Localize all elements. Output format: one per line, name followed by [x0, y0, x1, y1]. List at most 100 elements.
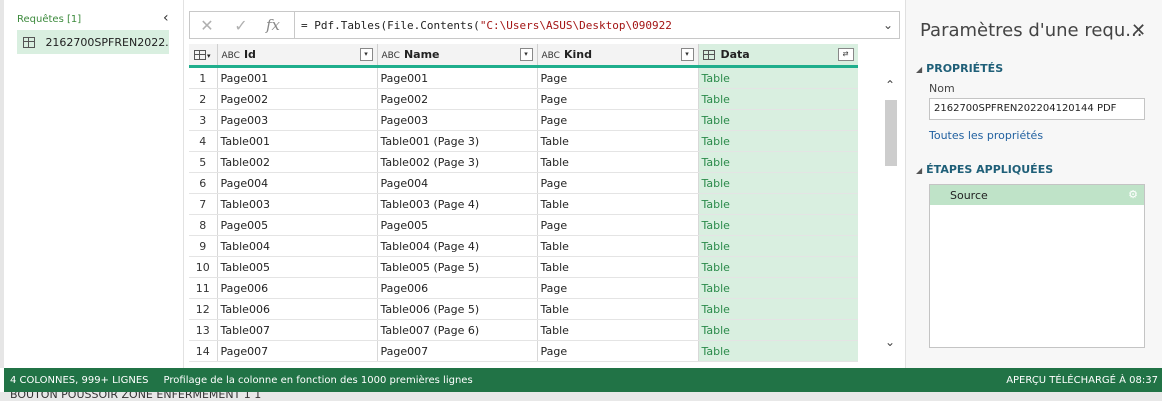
cell-name[interactable]: Table006 (Page 5) [377, 298, 538, 320]
cell-name[interactable]: Page005 [377, 214, 538, 236]
cell-data[interactable]: Table [698, 340, 858, 362]
check-icon[interactable]: ✓ [224, 16, 258, 35]
row-number[interactable]: 12 [189, 298, 218, 320]
cell-id[interactable]: Page001 [217, 66, 378, 89]
row-number[interactable]: 4 [189, 130, 218, 152]
row-number[interactable]: 10 [189, 256, 218, 278]
cell-id[interactable]: Table003 [217, 193, 378, 215]
cell-data[interactable]: Table [698, 256, 858, 278]
row-number[interactable]: 5 [189, 151, 218, 173]
cell-kind[interactable]: Table [537, 319, 699, 341]
cell-id[interactable]: Page007 [217, 340, 378, 362]
cell-data[interactable]: Table [698, 193, 858, 215]
table-row[interactable]: 5 Table002 Table002 (Page 3) Table Table [189, 151, 858, 173]
close-icon[interactable]: ✕ [1131, 20, 1146, 41]
cell-kind[interactable]: Page [537, 88, 699, 110]
properties-header[interactable]: ◢ PROPRIÉTÉS [916, 62, 1003, 75]
cell-kind[interactable]: Page [537, 340, 699, 362]
cell-data[interactable]: Table [698, 172, 858, 194]
row-number[interactable]: 2 [189, 88, 218, 110]
filter-dropdown-icon[interactable]: ▾ [519, 48, 533, 61]
row-number[interactable]: 8 [189, 214, 218, 236]
table-row[interactable]: 11 Page006 Page006 Page Table [189, 277, 858, 299]
cell-name[interactable]: Table003 (Page 4) [377, 193, 538, 215]
row-number[interactable]: 6 [189, 172, 218, 194]
cell-kind[interactable]: Page [537, 277, 699, 299]
cell-data[interactable]: Table [698, 109, 858, 131]
cell-data[interactable]: Table [698, 88, 858, 110]
cell-name[interactable]: Page003 [377, 109, 538, 131]
cell-data[interactable]: Table [698, 235, 858, 257]
cell-kind[interactable]: Table [537, 193, 699, 215]
cell-id[interactable]: Page004 [217, 172, 378, 194]
cell-kind[interactable]: Page [537, 214, 699, 236]
table-row[interactable]: 10 Table005 Table005 (Page 5) Table Table [189, 256, 858, 278]
text-type-icon[interactable]: ABC [382, 51, 400, 61]
table-row[interactable]: 14 Page007 Page007 Page Table [189, 340, 858, 362]
table-row[interactable]: 8 Page005 Page005 Page Table [189, 214, 858, 236]
cell-data[interactable]: Table [698, 130, 858, 152]
cell-id[interactable]: Table006 [217, 298, 378, 320]
cell-name[interactable]: Table007 (Page 6) [377, 319, 538, 341]
cell-kind[interactable]: Table [537, 235, 699, 257]
row-number[interactable]: 9 [189, 235, 218, 257]
cell-kind[interactable]: Table [537, 298, 699, 320]
vertical-scrollbar[interactable]: ⌃ ⌄ [883, 70, 899, 360]
all-properties-link[interactable]: Toutes les propriétés [929, 129, 1043, 142]
filter-dropdown-icon[interactable]: ▾ [359, 48, 373, 61]
column-header-kind[interactable]: ABC Kind ▾ [537, 44, 699, 68]
cell-data[interactable]: Table [698, 277, 858, 299]
cell-kind[interactable]: Table [537, 130, 699, 152]
cell-name[interactable]: Table004 (Page 4) [377, 235, 538, 257]
cell-name[interactable]: Table001 (Page 3) [377, 130, 538, 152]
cell-kind[interactable]: Page [537, 172, 699, 194]
cell-id[interactable]: Table004 [217, 235, 378, 257]
column-header-data[interactable]: Data ⇄ [698, 44, 858, 68]
query-item[interactable]: 2162700SPFREN2022... [17, 30, 169, 54]
fx-icon[interactable]: fx [258, 16, 288, 34]
select-all-corner[interactable]: ▾ [189, 44, 218, 68]
filter-dropdown-icon[interactable]: ▾ [680, 48, 694, 61]
collapse-triangle-icon[interactable]: ◢ [916, 166, 922, 175]
chevron-left-icon[interactable]: ‹ [163, 10, 169, 26]
cell-id[interactable]: Page006 [217, 277, 378, 299]
row-number[interactable]: 11 [189, 277, 218, 299]
cell-id[interactable]: Table007 [217, 319, 378, 341]
table-row[interactable]: 12 Table006 Table006 (Page 5) Table Table [189, 298, 858, 320]
cell-name[interactable]: Table002 (Page 3) [377, 151, 538, 173]
row-number[interactable]: 7 [189, 193, 218, 215]
table-type-icon[interactable] [702, 50, 715, 60]
row-number[interactable]: 1 [189, 66, 218, 89]
table-row[interactable]: 6 Page004 Page004 Page Table [189, 172, 858, 194]
table-row[interactable]: 3 Page003 Page003 Page Table [189, 109, 858, 131]
step-source[interactable]: Source ⚙ [930, 185, 1144, 205]
cell-data[interactable]: Table [698, 319, 858, 341]
chevron-down-icon[interactable]: ⌄ [877, 18, 899, 32]
cell-kind[interactable]: Table [537, 256, 699, 278]
profiling-status[interactable]: Profilage de la colonne en fonction des … [164, 375, 473, 386]
cell-data[interactable]: Table [698, 298, 858, 320]
scrollbar-thumb[interactable] [885, 100, 897, 166]
table-row[interactable]: 7 Table003 Table003 (Page 4) Table Table [189, 193, 858, 215]
row-number[interactable]: 3 [189, 109, 218, 131]
cell-id[interactable]: Page005 [217, 214, 378, 236]
cell-name[interactable]: Page002 [377, 88, 538, 110]
scroll-down-icon[interactable]: ⌄ [885, 335, 895, 349]
column-header-id[interactable]: ABC Id ▾ [217, 44, 378, 68]
cell-kind[interactable]: Page [537, 66, 699, 89]
cell-id[interactable]: Table002 [217, 151, 378, 173]
cell-id[interactable]: Page002 [217, 88, 378, 110]
cell-name[interactable]: Table005 (Page 5) [377, 256, 538, 278]
table-row[interactable]: 2 Page002 Page002 Page Table [189, 88, 858, 110]
cell-data[interactable]: Table [698, 66, 858, 89]
table-row[interactable]: 13 Table007 Table007 (Page 6) Table Table [189, 319, 858, 341]
scroll-up-icon[interactable]: ⌃ [885, 78, 895, 92]
cell-kind[interactable]: Table [537, 151, 699, 173]
formula-input[interactable]: = Pdf.Tables(File.Contents("C:\Users\ASU… [301, 19, 877, 32]
row-number[interactable]: 13 [189, 319, 218, 341]
cell-name[interactable]: Page006 [377, 277, 538, 299]
row-number[interactable]: 14 [189, 340, 218, 362]
cell-data[interactable]: Table [698, 214, 858, 236]
expand-column-icon[interactable]: ⇄ [837, 48, 854, 61]
name-field[interactable]: 2162700SPFREN202204120144 PDF [929, 98, 1145, 120]
